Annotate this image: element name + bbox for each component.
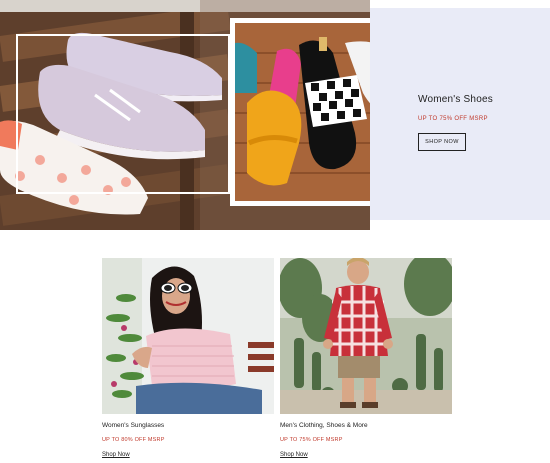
man-plaid-shirt-illustration — [280, 258, 452, 414]
hero-promo-panel: Women's Shoes UP TO 75% OFF MSRP SHOP NO… — [370, 8, 550, 220]
promo-card-mens-clothing: Men's Clothing, Shoes & More UP TO 75% O… — [280, 258, 452, 461]
shop-now-link[interactable]: Shop Now — [280, 452, 308, 458]
mens-clothing-image[interactable] — [280, 258, 452, 414]
decorative-frame — [16, 34, 230, 194]
hero-banner: Women's Shoes UP TO 75% OFF MSRP SHOP NO… — [0, 0, 550, 230]
promo-card-sunglasses: Women's Sunglasses UP TO 80% OFF MSRP Sh… — [102, 258, 274, 461]
hero-title: Women's Shoes — [418, 94, 493, 105]
card-title: Women's Sunglasses — [102, 422, 165, 429]
shop-now-button[interactable]: SHOP NOW — [418, 133, 466, 151]
hero-offer-text: UP TO 75% OFF MSRP — [418, 116, 488, 122]
shop-now-link[interactable]: Shop Now — [102, 452, 130, 458]
card-title: Men's Clothing, Shoes & More — [280, 422, 368, 429]
sunglasses-image[interactable] — [102, 258, 274, 414]
woman-sunglasses-illustration — [102, 258, 274, 414]
